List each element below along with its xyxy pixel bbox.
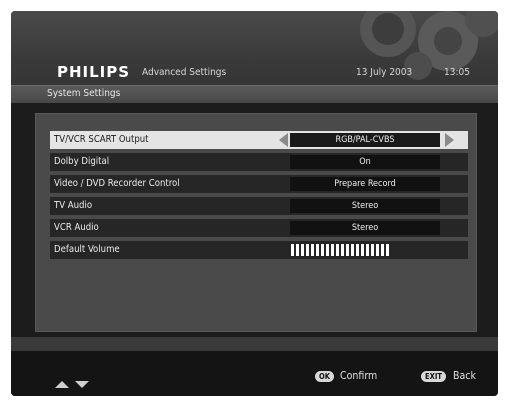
setting-label: Video / DVD Recorder Control [54,178,180,189]
setting-value[interactable]: Stereo [290,221,440,235]
setting-value[interactable]: On [290,155,440,169]
up-arrow-icon [55,381,69,388]
back-label: Back [453,370,476,382]
menu-title: Advanced Settings [142,67,227,78]
subheader-bar: System Settings [11,85,498,103]
header-bar: PHILIPS Advanced Settings 13 July 2003 1… [11,11,498,103]
date-display: 13 July 2003 [356,67,413,78]
time-display: 13:05 [444,67,470,78]
down-arrow-icon [74,381,89,388]
exit-key-icon: EXIT [421,371,446,382]
confirm-label: Confirm [340,370,378,382]
setting-row-recorder-control[interactable]: Video / DVD Recorder Control Prepare Rec… [50,175,468,193]
setting-label: TV Audio [54,200,93,211]
navigation-hint [55,373,89,392]
setting-row-scart-output[interactable]: TV/VCR SCART Output RGB/PAL-CVBS [50,131,468,149]
setting-row-default-volume[interactable]: Default Volume [50,241,468,259]
volume-bar[interactable] [291,244,391,256]
setting-value[interactable]: Prepare Record [290,177,440,191]
setting-value[interactable]: RGB/PAL-CVBS [290,133,440,147]
footer-bar: OK Confirm EXIT Back [11,351,498,396]
left-arrow-icon[interactable] [279,133,288,147]
tv-screen: PHILIPS Advanced Settings 13 July 2003 1… [11,11,498,396]
setting-row-vcr-audio[interactable]: VCR Audio Stereo [50,219,468,237]
settings-panel: TV/VCR SCART Output RGB/PAL-CVBS Dolby D… [35,113,477,332]
page-title: System Settings [47,88,121,99]
setting-row-dolby-digital[interactable]: Dolby Digital On [50,153,468,171]
setting-label: Default Volume [54,244,120,255]
setting-label: TV/VCR SCART Output [54,134,149,145]
brand-logo: PHILIPS [57,63,131,81]
setting-row-tv-audio[interactable]: TV Audio Stereo [50,197,468,215]
bottom-strip [11,337,498,351]
ok-key-icon: OK [315,371,334,382]
setting-label: VCR Audio [54,222,99,233]
setting-label: Dolby Digital [54,156,110,167]
right-arrow-icon[interactable] [445,133,454,147]
setting-value[interactable]: Stereo [290,199,440,213]
